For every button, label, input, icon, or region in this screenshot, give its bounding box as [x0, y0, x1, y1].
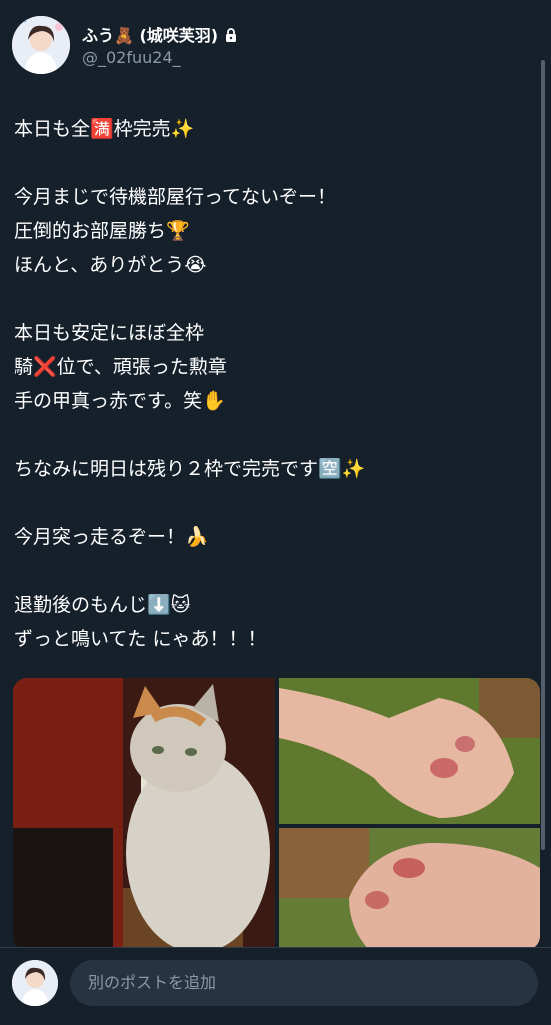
media-grid — [13, 678, 540, 950]
reply-bar: 別のポストを追加 — [0, 947, 551, 1025]
reply-input[interactable]: 別のポストを追加 — [70, 960, 538, 1006]
cat-photo[interactable] — [13, 678, 275, 950]
red-hand-photo-2[interactable] — [279, 828, 540, 950]
post-text: 本日も全🈵枠完売✨ 今月まじで待機部屋行ってないぞー！ 圧倒的お部屋勝ち🏆 ほん… — [14, 118, 366, 650]
reply-avatar[interactable] — [12, 960, 58, 1006]
lock-icon — [224, 27, 238, 42]
red-hand-photo-1[interactable] — [279, 678, 540, 824]
post-header: ふう🧸 (城咲芙羽) @_02fuu24_ — [12, 16, 532, 76]
scrollbar[interactable] — [541, 60, 545, 850]
handle[interactable]: @_02fuu24_ — [82, 48, 181, 67]
avatar[interactable] — [12, 16, 70, 74]
display-name[interactable]: ふう🧸 (城咲芙羽) — [82, 22, 218, 46]
